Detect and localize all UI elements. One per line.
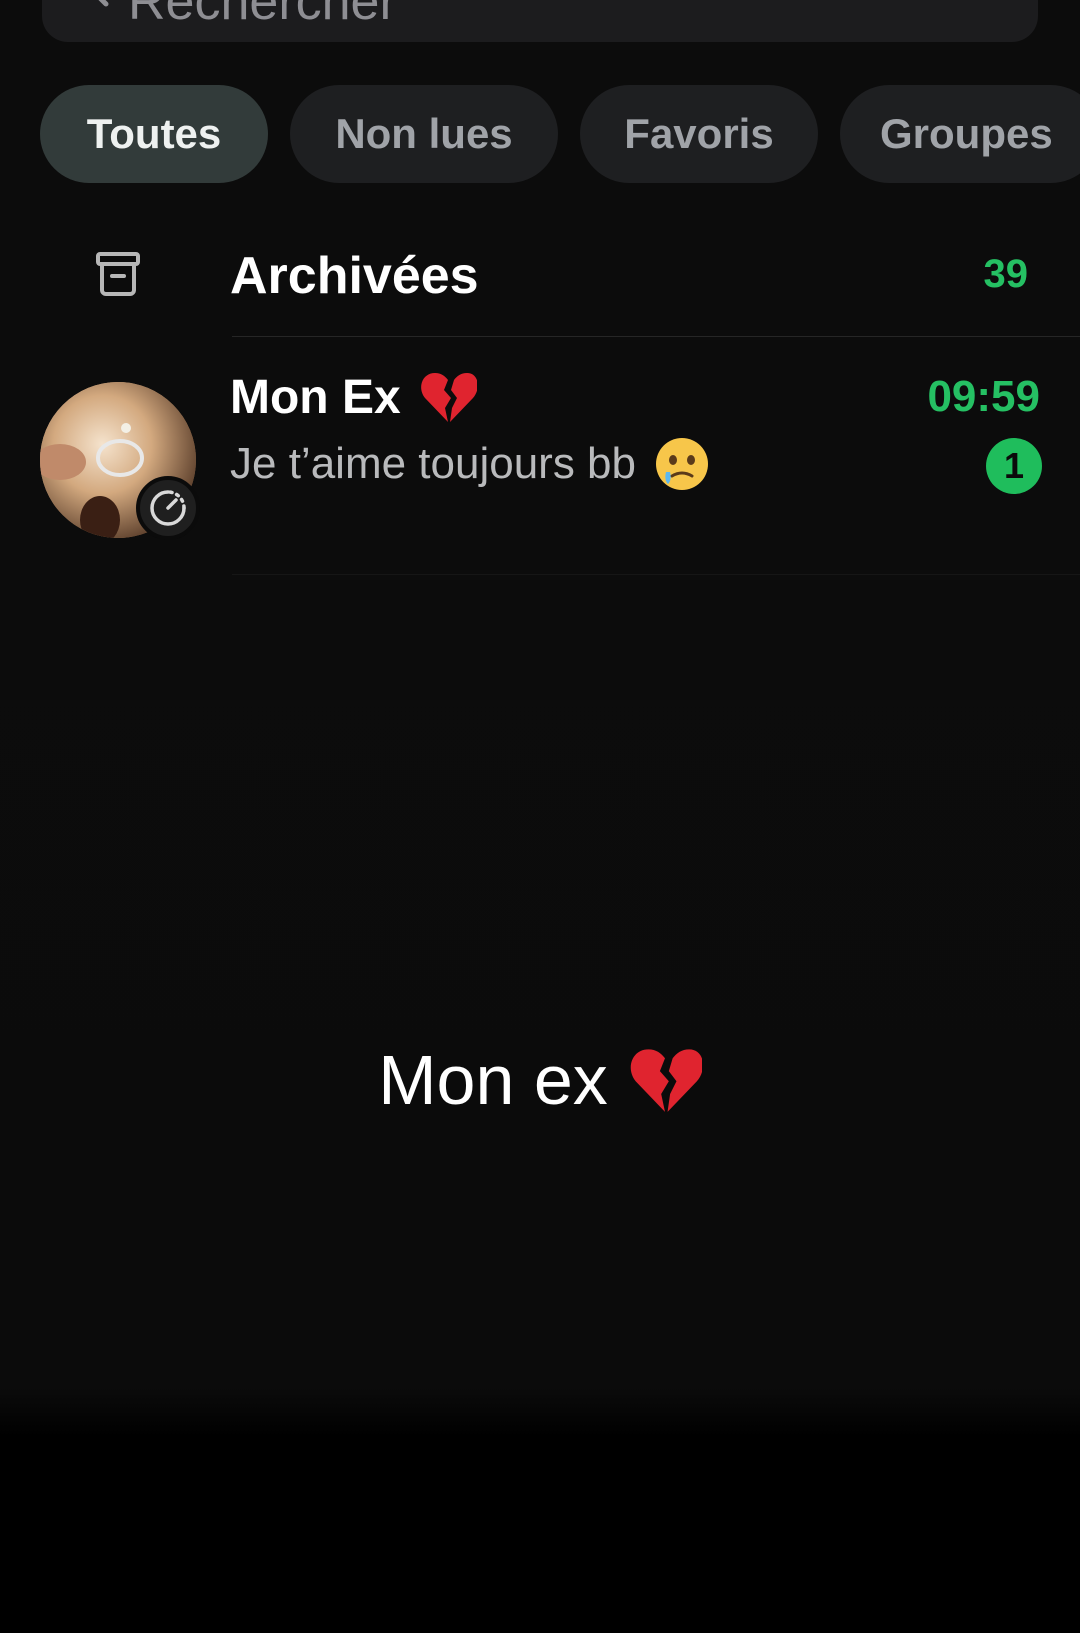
search-placeholder: Rechercher: [128, 0, 397, 31]
search-icon: [98, 0, 109, 7]
archived-label: Archivées: [230, 247, 479, 305]
filter-chip-favoris[interactable]: Favoris: [580, 85, 818, 183]
unread-badge: 1: [986, 438, 1042, 494]
chat-time: 09:59: [927, 372, 1040, 421]
archived-count: 39: [983, 252, 1029, 296]
overlay-caption: Mon ex: [0, 1040, 1080, 1120]
broken-heart-icon: [420, 373, 477, 422]
chat-row[interactable]: Mon Ex 09:59 Je t’aime toujours bb 1: [0, 360, 1080, 570]
archived-row[interactable]: Archivées 39: [0, 226, 1080, 336]
chat-name-text: Mon Ex: [230, 370, 401, 424]
chat-preview-text: Je t’aime toujours bb: [230, 439, 636, 488]
divider: [232, 336, 1080, 337]
chat-list-screen: Rechercher Toutes Non lues Favoris Group…: [0, 0, 1080, 1633]
chat-preview: Je t’aime toujours bb: [230, 436, 710, 492]
filter-chip-non-lues[interactable]: Non lues: [290, 85, 558, 183]
disappearing-timer-icon: [136, 476, 200, 540]
search-bar[interactable]: Rechercher: [42, 0, 1038, 42]
filter-chip-toutes[interactable]: Toutes: [40, 85, 268, 183]
filter-chips: Toutes Non lues Favoris Groupes: [40, 85, 1080, 183]
filter-chip-groupes[interactable]: Groupes: [840, 85, 1080, 183]
chat-name: Mon Ex: [230, 368, 477, 426]
overlay-caption-text: Mon ex: [378, 1041, 608, 1119]
broken-heart-icon: [630, 1049, 702, 1112]
face-holding-back-tears-icon: [656, 438, 708, 490]
divider: [232, 574, 1080, 575]
archive-box-icon: [96, 252, 140, 296]
